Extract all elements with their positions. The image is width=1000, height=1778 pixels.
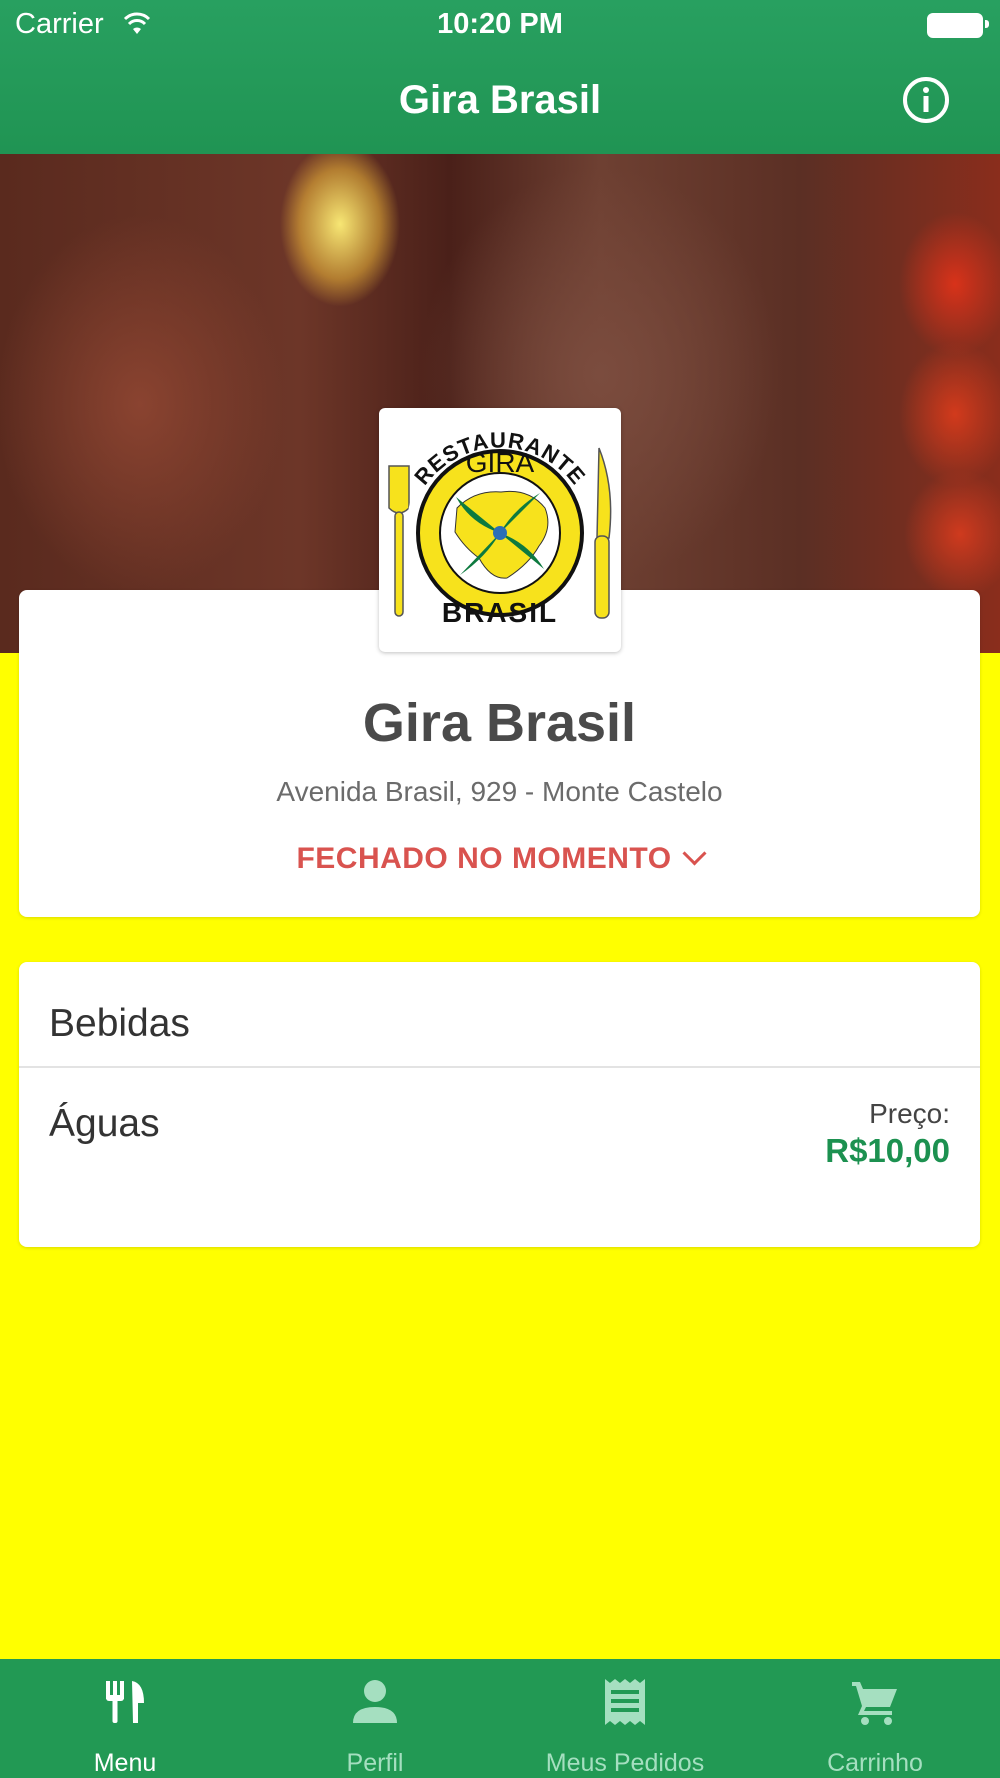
page-title: Gira Brasil — [398, 78, 602, 122]
cart-icon — [852, 1682, 897, 1725]
tab-meus-pedidos-label: Meus Pedidos — [545, 1749, 705, 1777]
status-bar: Carrier 10:20 PM — [0, 0, 1000, 50]
menu-item-price: R$10,00 — [825, 1132, 950, 1169]
info-icon[interactable] — [902, 76, 950, 124]
navigation-bar: Carrier 10:20 PM Gira Brasil — [0, 0, 1000, 154]
menu-item-name: Águas — [49, 1102, 160, 1145]
clock: 10:20 PM — [437, 8, 563, 40]
fork-knife-icon — [106, 1681, 144, 1723]
svg-text:BRASIL: BRASIL — [442, 597, 558, 628]
battery-icon — [927, 13, 983, 38]
tab-carrinho-label: Carrinho — [827, 1749, 923, 1777]
logo-graphic: RESTAURANTE GIRA BRASIL — [388, 427, 612, 628]
tab-perfil[interactable]: Perfil — [250, 1659, 500, 1778]
knife-icon — [594, 447, 612, 619]
restaurant-logo: RESTAURANTE GIRA BRASIL — [379, 408, 621, 652]
menu-item-price-label: Preço: — [869, 1098, 950, 1129]
tab-perfil-label: Perfil — [346, 1749, 404, 1777]
category-title: Bebidas — [49, 1002, 190, 1045]
battery-tip — [985, 20, 989, 28]
svg-text:GIRA: GIRA — [466, 447, 535, 478]
person-icon — [353, 1680, 397, 1723]
tab-carrinho[interactable]: Carrinho — [750, 1659, 1000, 1778]
fork-icon — [388, 465, 410, 617]
restaurant-address: Avenida Brasil, 929 - Monte Castelo — [276, 776, 723, 807]
chevron-down-icon — [682, 841, 707, 866]
opening-status-label: FECHADO NO MOMENTO — [296, 842, 672, 875]
divider — [19, 1066, 980, 1068]
tab-meus-pedidos[interactable]: Meus Pedidos — [500, 1659, 750, 1778]
tab-bar: Menu Perfil Meus Pedidos Carrinho — [0, 1659, 1000, 1778]
menu-category-card: Bebidas Águas Preço: R$10,00 — [19, 962, 980, 1247]
receipt-icon — [605, 1679, 645, 1725]
tab-menu-label: Menu — [93, 1749, 157, 1777]
tab-menu[interactable]: Menu — [0, 1659, 250, 1778]
restaurant-name: Gira Brasil — [362, 693, 637, 753]
opening-status-toggle[interactable]: FECHADO NO MOMENTO — [19, 841, 980, 876]
